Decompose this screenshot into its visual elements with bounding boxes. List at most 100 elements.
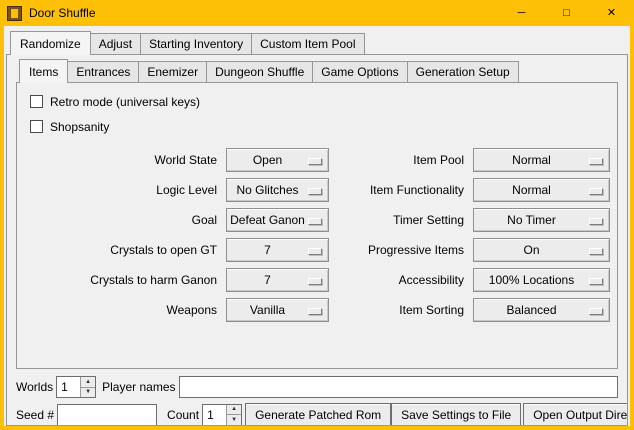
world-state-label: World State (19, 153, 219, 167)
tab-adjust[interactable]: Adjust (90, 33, 141, 54)
item-functionality-label: Item Functionality (336, 183, 466, 197)
app-window: Door Shuffle ─ □ ✕ Randomize Adjust Star… (0, 0, 634, 430)
item-sorting-value: Balanced (506, 303, 556, 317)
timer-setting-value: No Timer (507, 213, 556, 227)
retro-mode-label: Retro mode (universal keys) (50, 95, 200, 109)
generate-rom-button[interactable]: Generate Patched Rom (245, 403, 391, 426)
seed-input[interactable] (57, 404, 157, 426)
crystals-open-gt-value: 7 (264, 243, 271, 257)
close-icon: ✕ (607, 8, 616, 19)
minimize-icon: ─ (518, 8, 526, 19)
count-spin-arrows: ▲ ▼ (226, 405, 241, 425)
tab-starting-inventory[interactable]: Starting Inventory (140, 33, 252, 54)
title-bar[interactable]: Door Shuffle ─ □ ✕ (0, 0, 634, 26)
item-sorting-dropdown[interactable]: Balanced (473, 298, 610, 322)
item-functionality-dropdown[interactable]: Normal (473, 178, 610, 202)
tab-entrances[interactable]: Entrances (67, 61, 139, 82)
worlds-spinbox: ▲ ▼ (56, 376, 96, 398)
open-output-button[interactable]: Open Output Directory (523, 403, 628, 426)
dropdown-indicator-icon (589, 308, 603, 315)
weapons-label: Weapons (19, 303, 219, 317)
shopsanity-label: Shopsanity (50, 120, 109, 134)
timer-setting-dropdown[interactable]: No Timer (473, 208, 610, 232)
maximize-button[interactable]: □ (544, 0, 589, 26)
goal-dropdown[interactable]: Defeat Ganon (226, 208, 329, 232)
item-sorting-label: Item Sorting (336, 303, 466, 317)
timer-setting-label: Timer Setting (336, 213, 466, 227)
dropdown-indicator-icon (589, 218, 603, 225)
tab-custom-item-pool[interactable]: Custom Item Pool (251, 33, 364, 54)
options-grid: World State Open Item Pool Normal Logic … (19, 148, 615, 322)
items-panel: Retro mode (universal keys) Shopsanity W… (16, 82, 618, 369)
seed-label: Seed # (16, 408, 54, 422)
dropdown-indicator-icon (308, 308, 322, 315)
dropdown-indicator-icon (308, 158, 322, 165)
worlds-row: Worlds ▲ ▼ Player names (16, 376, 618, 398)
accessibility-label: Accessibility (336, 273, 466, 287)
retro-mode-checkbox[interactable] (30, 95, 43, 108)
weapons-value: Vanilla (250, 303, 285, 317)
tab-items[interactable]: Items (19, 59, 68, 83)
shopsanity-row: Shopsanity (19, 114, 615, 139)
app-icon (7, 6, 22, 21)
dropdown-indicator-icon (589, 158, 603, 165)
save-settings-button[interactable]: Save Settings to File (391, 403, 521, 426)
shopsanity-checkbox[interactable] (30, 120, 43, 133)
dropdown-indicator-icon (589, 248, 603, 255)
accessibility-value: 100% Locations (489, 273, 574, 287)
tab-dungeon-shuffle[interactable]: Dungeon Shuffle (206, 61, 313, 82)
world-state-dropdown[interactable]: Open (226, 148, 329, 172)
crystals-harm-ganon-value: 7 (264, 273, 271, 287)
close-button[interactable]: ✕ (589, 0, 634, 26)
worlds-label: Worlds (16, 380, 53, 394)
window-title: Door Shuffle (29, 6, 96, 20)
main-tab-bar: Randomize Adjust Starting Inventory Cust… (6, 31, 628, 54)
minimize-button[interactable]: ─ (499, 0, 544, 26)
worlds-spin-arrows: ▲ ▼ (80, 377, 95, 397)
spin-up-icon[interactable]: ▲ (227, 405, 241, 416)
dropdown-indicator-icon (308, 248, 322, 255)
progressive-items-label: Progressive Items (336, 243, 466, 257)
spin-down-icon[interactable]: ▼ (227, 415, 241, 425)
retro-mode-row: Retro mode (universal keys) (19, 89, 615, 114)
count-spinbox: ▲ ▼ (202, 404, 242, 426)
dropdown-indicator-icon (589, 188, 603, 195)
item-functionality-value: Normal (512, 183, 551, 197)
logic-level-label: Logic Level (19, 183, 219, 197)
crystals-harm-ganon-dropdown[interactable]: 7 (226, 268, 329, 292)
sub-tab-bar: Items Entrances Enemizer Dungeon Shuffle… (16, 59, 618, 82)
weapons-dropdown[interactable]: Vanilla (226, 298, 329, 322)
dropdown-indicator-icon (308, 218, 322, 225)
tab-game-options[interactable]: Game Options (312, 61, 407, 82)
randomize-panel: Items Entrances Enemizer Dungeon Shuffle… (6, 54, 628, 426)
worlds-input[interactable] (57, 377, 80, 397)
logic-level-value: No Glitches (236, 183, 298, 197)
tab-generation-setup[interactable]: Generation Setup (407, 61, 519, 82)
crystals-open-gt-label: Crystals to open GT (19, 243, 219, 257)
player-names-input[interactable] (179, 376, 619, 398)
item-pool-label: Item Pool (336, 153, 466, 167)
window-content: Randomize Adjust Starting Inventory Cust… (4, 26, 630, 426)
count-input[interactable] (203, 405, 226, 425)
item-pool-dropdown[interactable]: Normal (473, 148, 610, 172)
dropdown-indicator-icon (308, 278, 322, 285)
dropdown-indicator-icon (308, 188, 322, 195)
progressive-items-value: On (523, 243, 539, 257)
goal-label: Goal (19, 213, 219, 227)
spin-up-icon[interactable]: ▲ (81, 377, 95, 388)
world-state-value: Open (253, 153, 282, 167)
goal-value: Defeat Ganon (230, 213, 305, 227)
logic-level-dropdown[interactable]: No Glitches (226, 178, 329, 202)
accessibility-dropdown[interactable]: 100% Locations (473, 268, 610, 292)
count-label: Count (167, 408, 199, 422)
tab-randomize[interactable]: Randomize (10, 31, 91, 55)
progressive-items-dropdown[interactable]: On (473, 238, 610, 262)
seed-row: Seed # Count ▲ ▼ Generate Patched Rom Sa… (16, 403, 618, 426)
player-names-label: Player names (102, 380, 175, 394)
item-pool-value: Normal (512, 153, 551, 167)
maximize-icon: □ (563, 8, 570, 19)
dropdown-indicator-icon (589, 278, 603, 285)
tab-enemizer[interactable]: Enemizer (138, 61, 207, 82)
crystals-open-gt-dropdown[interactable]: 7 (226, 238, 329, 262)
spin-down-icon[interactable]: ▼ (81, 388, 95, 398)
